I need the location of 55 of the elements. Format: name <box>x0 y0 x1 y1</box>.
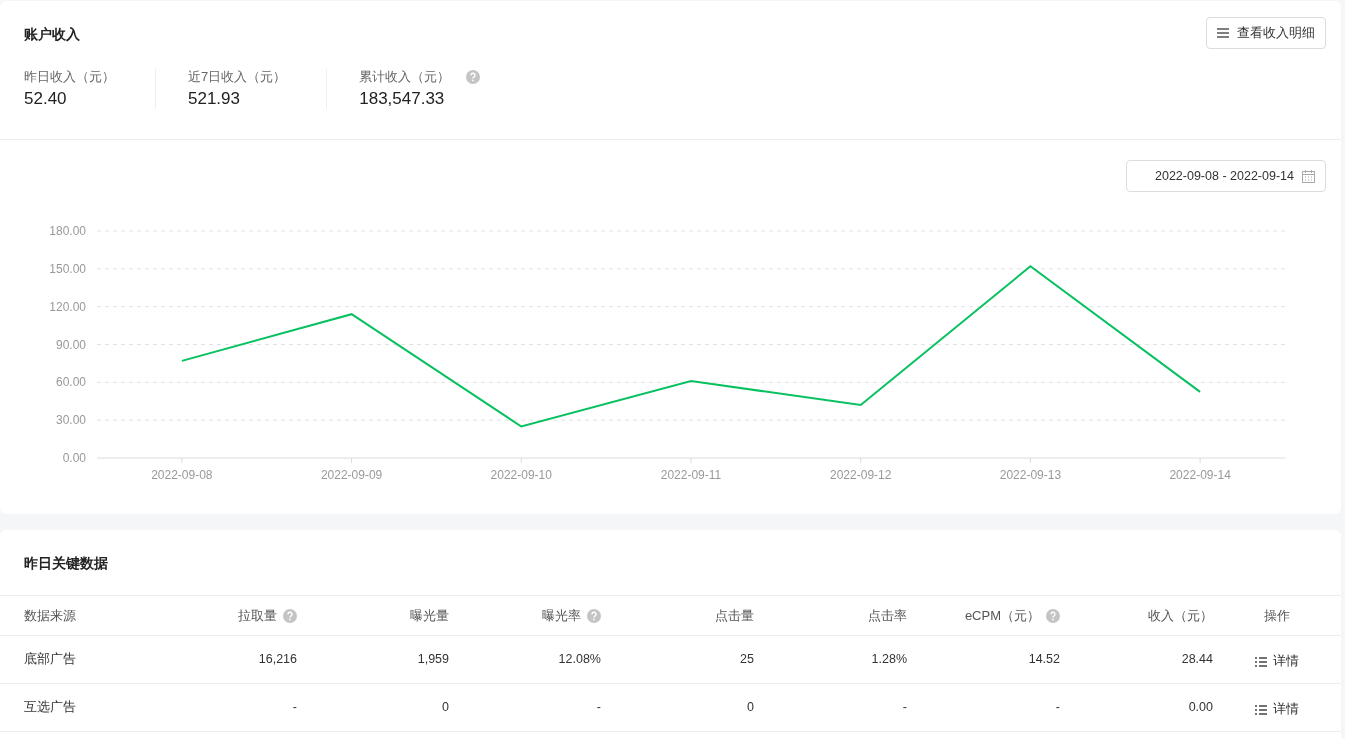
calendar-icon <box>1302 169 1315 183</box>
y-axis-label: 150.00 <box>49 261 86 276</box>
column-header: 拉取量 <box>238 606 277 625</box>
detail-link[interactable]: 详情 <box>1255 652 1299 671</box>
x-axis-label: 2022-09-14 <box>1169 468 1231 482</box>
table-cell: - <box>292 700 297 715</box>
table-cell: 16,216 <box>258 652 297 667</box>
table-cell: - <box>596 700 601 715</box>
table-cell: 25 <box>740 652 754 667</box>
stat-value: 183,547.33 <box>359 89 446 109</box>
stat-label: 近7日收入（元） <box>188 69 287 85</box>
table-cell: 14.52 <box>1028 652 1060 667</box>
column-header: 数据来源 <box>24 606 76 625</box>
table-cell: 28.44 <box>1181 652 1213 667</box>
column-header: 点击率 <box>868 606 907 625</box>
table-cell: 互选广告 <box>24 700 76 715</box>
detail-link[interactable]: 详情 <box>1255 700 1299 719</box>
table-cell: - <box>1055 700 1060 715</box>
table-cell: 1.28% <box>871 652 907 667</box>
table-cell: 0 <box>747 700 754 715</box>
x-axis-label: 2022-09-09 <box>320 468 383 482</box>
table-cell: 12.08% <box>558 652 601 667</box>
x-axis-label: 2022-09-10 <box>490 468 552 482</box>
column-header: 点击量 <box>715 606 754 625</box>
card-title: 账户收入 <box>24 25 80 44</box>
table-cell: 1,959 <box>417 652 449 667</box>
x-axis-label: 2022-09-11 <box>660 468 722 482</box>
y-axis-label: 120.00 <box>49 299 86 314</box>
date-range-picker[interactable]: 2022-09-08 - 2022-09-14 <box>1126 160 1326 192</box>
stat-value: 52.40 <box>24 89 68 109</box>
column-header: eCPM（元） <box>964 606 1040 625</box>
x-axis-label: 2022-09-13 <box>999 468 1062 482</box>
y-axis-label: 180.00 <box>49 224 86 238</box>
list-icon <box>1255 704 1267 715</box>
column-header: 操作 <box>1264 606 1290 625</box>
y-axis-label: 60.00 <box>55 375 86 390</box>
column-header: 曝光率 <box>542 606 581 625</box>
table-cell: - <box>902 700 907 715</box>
list-icon <box>1255 656 1267 667</box>
column-header: 收入（元） <box>1148 606 1213 625</box>
table-cell: 0 <box>442 700 449 715</box>
table-cell: 0.00 <box>1188 700 1213 715</box>
table-cell: 底部广告 <box>24 652 76 667</box>
column-header: 曝光量 <box>410 606 449 625</box>
menu-icon <box>1217 28 1229 38</box>
stat-value: 521.93 <box>188 89 241 109</box>
income-detail-button[interactable]: 查看收入明细 <box>1206 17 1326 49</box>
x-axis-label: 2022-09-12 <box>830 468 892 482</box>
stat-label: 累计收入（元） <box>359 69 451 85</box>
y-axis-label: 0.00 <box>62 451 86 465</box>
y-axis-label: 90.00 <box>55 337 86 352</box>
x-axis-label: 2022-09-08 <box>151 468 213 482</box>
card-title: 昨日关键数据 <box>23 554 109 573</box>
stat-label: 昨日收入（元） <box>24 69 115 85</box>
y-axis-label: 30.00 <box>55 413 86 428</box>
